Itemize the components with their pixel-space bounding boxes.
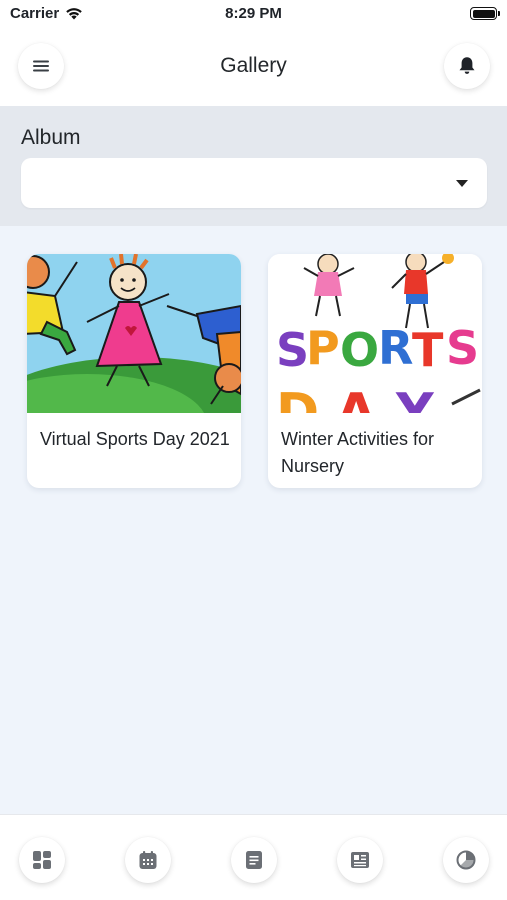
nav-reports-button[interactable] — [443, 837, 489, 883]
album-dropdown[interactable] — [21, 158, 487, 208]
nav-dashboard-button[interactable] — [19, 837, 65, 883]
page-title: Gallery — [220, 54, 287, 77]
battery-fill — [472, 9, 495, 18]
kids-playing-image — [27, 254, 241, 413]
gallery-card-title: Virtual Sports Day 2021 — [40, 429, 230, 449]
status-time: 8:29 PM — [225, 5, 282, 22]
news-icon — [351, 852, 369, 868]
album-label: Album — [21, 126, 81, 149]
svg-text:S: S — [276, 323, 307, 377]
battery-cap — [498, 11, 500, 16]
pie-chart-icon — [456, 850, 476, 870]
nav-calendar-button[interactable] — [125, 837, 171, 883]
album-section: Album — [0, 106, 507, 226]
battery-icon — [470, 7, 500, 20]
gallery-card-title: Winter Activities for Nursery — [281, 429, 435, 476]
bottom-nav — [0, 814, 507, 900]
sports-day-image: S P O R T S D A Y — [268, 254, 482, 413]
svg-text:P: P — [306, 321, 340, 375]
bell-icon — [459, 57, 475, 74]
svg-text:D: D — [276, 383, 319, 413]
calendar-icon — [139, 851, 157, 869]
svg-text:S: S — [446, 321, 479, 375]
svg-text:R: R — [378, 321, 413, 375]
nav-notes-button[interactable] — [231, 837, 277, 883]
svg-text:A: A — [336, 383, 376, 413]
app-header: Gallery — [0, 28, 507, 106]
nav-news-button[interactable] — [337, 837, 383, 883]
caret-down-icon — [456, 180, 468, 187]
dashboard-icon — [33, 851, 51, 869]
svg-text:T: T — [412, 323, 444, 377]
gallery-thumbnail — [27, 254, 241, 413]
svg-text:O: O — [340, 323, 379, 377]
notifications-button[interactable] — [444, 43, 490, 89]
gallery-thumbnail: S P O R T S D A Y — [268, 254, 482, 413]
svg-text:Y: Y — [395, 383, 435, 413]
status-bar: Carrier 8:29 PM — [0, 0, 507, 28]
gallery-card[interactable]: Virtual Sports Day 2021 — [27, 254, 241, 488]
gallery-content: Virtual Sports Day 2021 S P O R T S D A … — [0, 226, 507, 814]
gallery-card[interactable]: S P O R T S D A Y Winter Activities for … — [268, 254, 482, 488]
notes-icon — [246, 851, 262, 869]
